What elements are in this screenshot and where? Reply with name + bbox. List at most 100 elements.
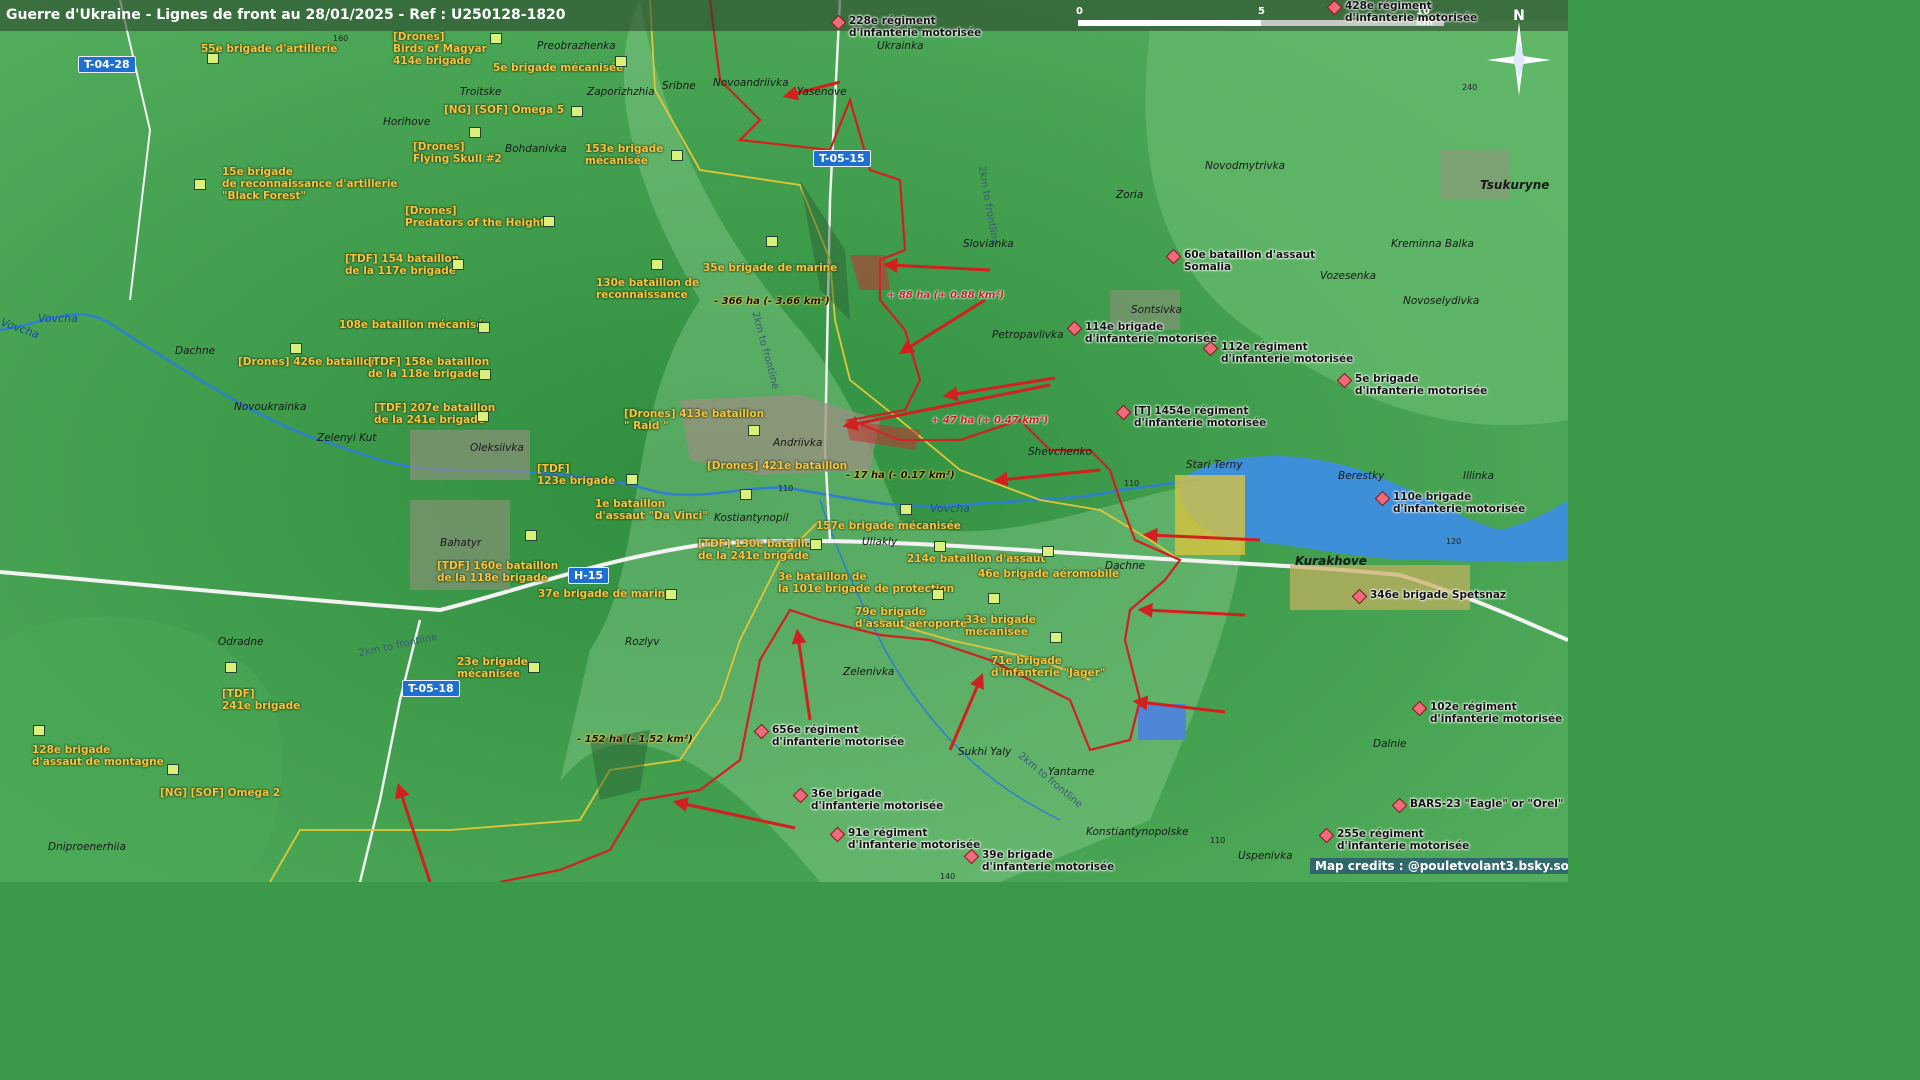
ukrainian-unit-label: [TDF] 130e bataillon de la 241e brigade [698, 538, 820, 562]
town-label: Kurakhove [1295, 554, 1367, 568]
road-badge: T-05-18 [402, 680, 460, 697]
kurakhove-industrial [1175, 475, 1245, 555]
russian-unit-label: BARS-23 "Eagle" or "Orel" [1410, 798, 1564, 810]
ukrainian-unit-label: [NG] [SOF] Omega 2 [160, 787, 281, 799]
road-badge: T-04-28 [78, 56, 136, 73]
town-label: Rozlyv [625, 636, 660, 648]
town-label: Dniproenerhiia [48, 841, 126, 853]
ukrainian-unit-marker-icon [290, 343, 302, 354]
town-label: Slovianka [963, 238, 1014, 250]
russian-unit-label: [T] 1454e régiment d'infanterie motorisé… [1134, 405, 1267, 429]
town-label: Yasenove [797, 86, 847, 98]
area-gain-label: + 88 ha (+ 0.88 km²) [887, 290, 1005, 301]
river-label: Vovcha [38, 312, 78, 325]
russian-unit-label: 36e brigade d'infanterie motorisée [811, 788, 944, 812]
ukrainian-unit-label: 37e brigade de marine [538, 588, 673, 600]
ukrainian-unit-marker-icon [671, 150, 683, 161]
area-loss-label: - 366 ha (- 3.66 km²) [714, 296, 830, 307]
ukrainian-unit-marker-icon [452, 259, 464, 270]
town-label: Zoria [1116, 189, 1144, 201]
russian-unit-label: 102e régiment d'infanterie motorisée [1430, 701, 1563, 725]
ukrainian-unit-marker-icon [1050, 632, 1062, 643]
frontline-map[interactable]: Guerre d'Ukraine - Lignes de front au 28… [0, 0, 1568, 882]
scale-label-0: 0 [1076, 6, 1083, 17]
town-label: Sribne [662, 80, 696, 92]
river-label: Vovcha [930, 502, 970, 515]
town-label: Ukrainka [877, 40, 924, 52]
ukrainian-unit-marker-icon [207, 53, 219, 64]
ukrainian-unit-marker-icon [988, 593, 1000, 604]
russian-unit-label: 228e régiment d'infanterie motorisée [849, 15, 982, 39]
ukrainian-unit-label: 3e bataillon de la 101e brigade de prote… [778, 571, 955, 595]
ukrainian-unit-label: [Drones] 413e bataillon " Raid " [624, 408, 765, 432]
ukrainian-unit-marker-icon [478, 322, 490, 333]
ukrainian-unit-marker-icon [934, 541, 946, 552]
town-label: Odradne [218, 636, 264, 648]
ukrainian-unit-marker-icon [490, 33, 502, 44]
ukrainian-unit-marker-icon [900, 504, 912, 515]
town-label: Novoukrainka [234, 401, 307, 413]
russian-unit-label: 656e régiment d'infanterie motorisée [772, 724, 905, 748]
town-label: Novoandriivka [713, 77, 789, 89]
ukrainian-unit-label: 33e brigade mécanisée [965, 614, 1036, 638]
russian-unit-label: 112e régiment d'infanterie motorisée [1221, 341, 1354, 365]
ukrainian-unit-label: [Drones] Predators of the Heights [405, 205, 552, 229]
ukrainian-unit-marker-icon [525, 530, 537, 541]
russian-unit-label: 39e brigade d'infanterie motorisée [982, 849, 1115, 873]
ukrainian-unit-label: [NG] [SOF] Omega 5 [444, 104, 565, 116]
ukrainian-unit-marker-icon [33, 725, 45, 736]
town-label: Bahatyr [440, 537, 482, 549]
ukrainian-unit-label: [TDF] 241e brigade [222, 688, 301, 712]
ukrainian-unit-label: 153e brigade mécanisée [585, 143, 664, 167]
ukrainian-unit-label: [Drones] 426e bataillon [238, 356, 379, 368]
town-label: Konstiantynopolske [1086, 826, 1189, 838]
ukrainian-unit-marker-icon [194, 179, 206, 190]
ukrainian-unit-marker-icon [167, 764, 179, 775]
ukrainian-unit-marker-icon [543, 216, 555, 227]
town-label: Berestky [1338, 470, 1385, 482]
road-number: 110 [1124, 479, 1140, 488]
ukrainian-unit-marker-icon [651, 259, 663, 270]
ukrainian-unit-label: [TDF] 123e brigade [537, 463, 616, 487]
ukrainian-unit-label: 130e bataillon de reconnaissance [596, 277, 700, 301]
ukrainian-unit-marker-icon [528, 662, 540, 673]
area-loss-label: - 17 ha (- 0.17 km²) [846, 470, 955, 481]
town-label: Dalnie [1373, 738, 1407, 750]
town-label: Oleksiivka [470, 442, 524, 454]
ukrainian-unit-marker-icon [469, 127, 481, 138]
town-label: Stari Terny [1186, 459, 1243, 471]
town-label: Vozesenka [1320, 270, 1377, 282]
town-label: Uspenivka [1238, 850, 1293, 862]
russian-unit-label: 5e brigade d'infanterie motorisée [1355, 373, 1488, 397]
town-label: Bohdanivka [505, 143, 567, 155]
town-label: Uliakly [862, 536, 898, 548]
compass-star-shape [1487, 22, 1551, 96]
russian-unit-label: 91e régiment d'infanterie motorisée [848, 827, 981, 851]
town-label: Kreminna Balka [1391, 238, 1474, 250]
ukrainian-unit-marker-icon [225, 662, 237, 673]
ukrainian-unit-label: [Drones] 421e bataillon [707, 460, 848, 472]
area-gain-label: + 47 ha (+ 0.47 km²) [931, 415, 1049, 426]
ukrainian-unit-label: 23e brigade mécanisée [457, 656, 528, 680]
ukrainian-unit-marker-icon [479, 369, 491, 380]
ukrainian-unit-marker-icon [810, 539, 822, 550]
ukrainian-unit-label: [TDF] 154 bataillon de la 117e brigade [345, 253, 460, 277]
ukrainian-unit-label: [Drones] Flying Skull #2 [413, 141, 502, 165]
kurakhove-area [1290, 565, 1470, 610]
town-label: Illinka [1463, 470, 1495, 482]
ukrainian-unit-marker-icon [626, 474, 638, 485]
town-label: Preobrazhenka [537, 40, 616, 52]
area-loss-label: - 152 ha (- 1.52 km²) [577, 734, 693, 745]
ukrainian-unit-label: 79e brigade d'assaut aéroporté [855, 606, 968, 630]
russian-unit-label: 346e brigade Spetsnaz [1370, 589, 1507, 601]
map-title: Guerre d'Ukraine - Lignes de front au 28… [6, 7, 566, 23]
russian-unit-label: 60e bataillon d'assaut Somalia [1184, 249, 1316, 273]
ukrainian-unit-marker-icon [477, 411, 489, 422]
town-label: Troitske [460, 86, 502, 98]
ukrainian-unit-label: 1e bataillon d'assaut "Da Vinci" [595, 498, 708, 522]
town-label: Novoselydivka [1403, 295, 1480, 307]
ukrainian-unit-marker-icon [1042, 546, 1054, 557]
town-label: Sontsivka [1131, 304, 1182, 316]
russian-unit-label: 110e brigade d'infanterie motorisée [1393, 491, 1526, 515]
scale-segment-white [1078, 20, 1261, 26]
